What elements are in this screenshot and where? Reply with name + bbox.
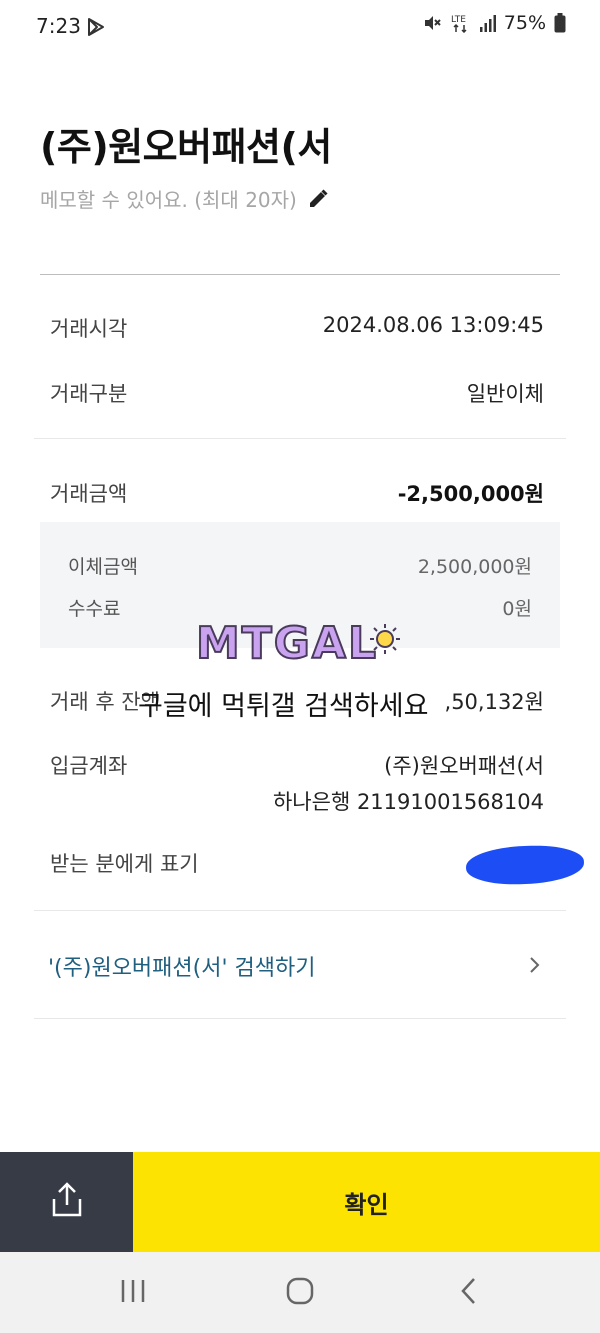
- page-title: (주)원오버패션(서: [40, 125, 332, 169]
- transfer-value: 2,500,000원: [417, 556, 532, 578]
- watermark-logo-text: MTGAL: [195, 617, 379, 670]
- status-time: 7:23: [36, 14, 81, 38]
- status-icons: LTE 75%: [422, 12, 566, 34]
- recent-apps-icon[interactable]: [118, 1276, 148, 1310]
- balance-value: ,50,132원: [444, 690, 544, 714]
- time-value: 2024.08.06 13:09:45: [322, 313, 544, 337]
- chevron-right-icon[interactable]: [528, 954, 542, 980]
- deposit-label: 입금계좌: [50, 754, 128, 778]
- display-label: 받는 분에게 표기: [50, 852, 199, 876]
- battery-percent: 75%: [503, 12, 546, 34]
- fee-label: 수수료: [68, 598, 121, 620]
- amount-label: 거래금액: [50, 482, 128, 506]
- share-button[interactable]: [0, 1152, 133, 1252]
- transfer-label: 이체금액: [68, 556, 138, 578]
- battery-icon: [554, 13, 566, 33]
- memo-row[interactable]: 메모할 수 있어요. (최대 20자): [40, 184, 329, 213]
- memo-placeholder[interactable]: 메모할 수 있어요. (최대 20자): [40, 184, 297, 213]
- mute-icon: [422, 13, 442, 33]
- section-divider: [34, 438, 566, 439]
- deposit-account: 하나은행 21191001568104: [272, 790, 544, 814]
- watermark-text: 구글에 먹튀갤 검색하세요: [138, 691, 429, 722]
- watermark-logo: MTGAL: [195, 617, 379, 670]
- section-divider: [34, 1018, 566, 1019]
- status-bar: 7:23 LTE 75%: [0, 0, 600, 56]
- play-store-icon: [86, 17, 106, 37]
- type-label: 거래구분: [50, 382, 128, 406]
- sun-icon: [368, 622, 402, 660]
- signal-icon: [479, 14, 496, 32]
- pencil-icon[interactable]: [307, 188, 329, 210]
- type-value: 일반이체: [466, 382, 544, 406]
- section-divider: [34, 910, 566, 911]
- fee-value: 0원: [502, 598, 532, 620]
- lte-icon: LTE: [450, 13, 472, 33]
- deposit-name: (주)원오버패션(서: [384, 754, 544, 778]
- header-divider: [40, 274, 560, 275]
- share-icon: [50, 1182, 84, 1222]
- amount-value: -2,500,000원: [397, 482, 544, 506]
- confirm-button[interactable]: 확인: [133, 1152, 600, 1252]
- system-nav-bar: [0, 1252, 600, 1333]
- redaction-mark: [465, 843, 585, 887]
- bottom-action-bar: 확인: [0, 1152, 600, 1252]
- search-link[interactable]: '(주)원오버패션(서' 검색하기: [48, 950, 315, 982]
- back-icon[interactable]: [456, 1276, 482, 1310]
- home-icon[interactable]: [285, 1276, 315, 1310]
- time-label: 거래시각: [50, 317, 128, 341]
- svg-text:LTE: LTE: [451, 15, 466, 25]
